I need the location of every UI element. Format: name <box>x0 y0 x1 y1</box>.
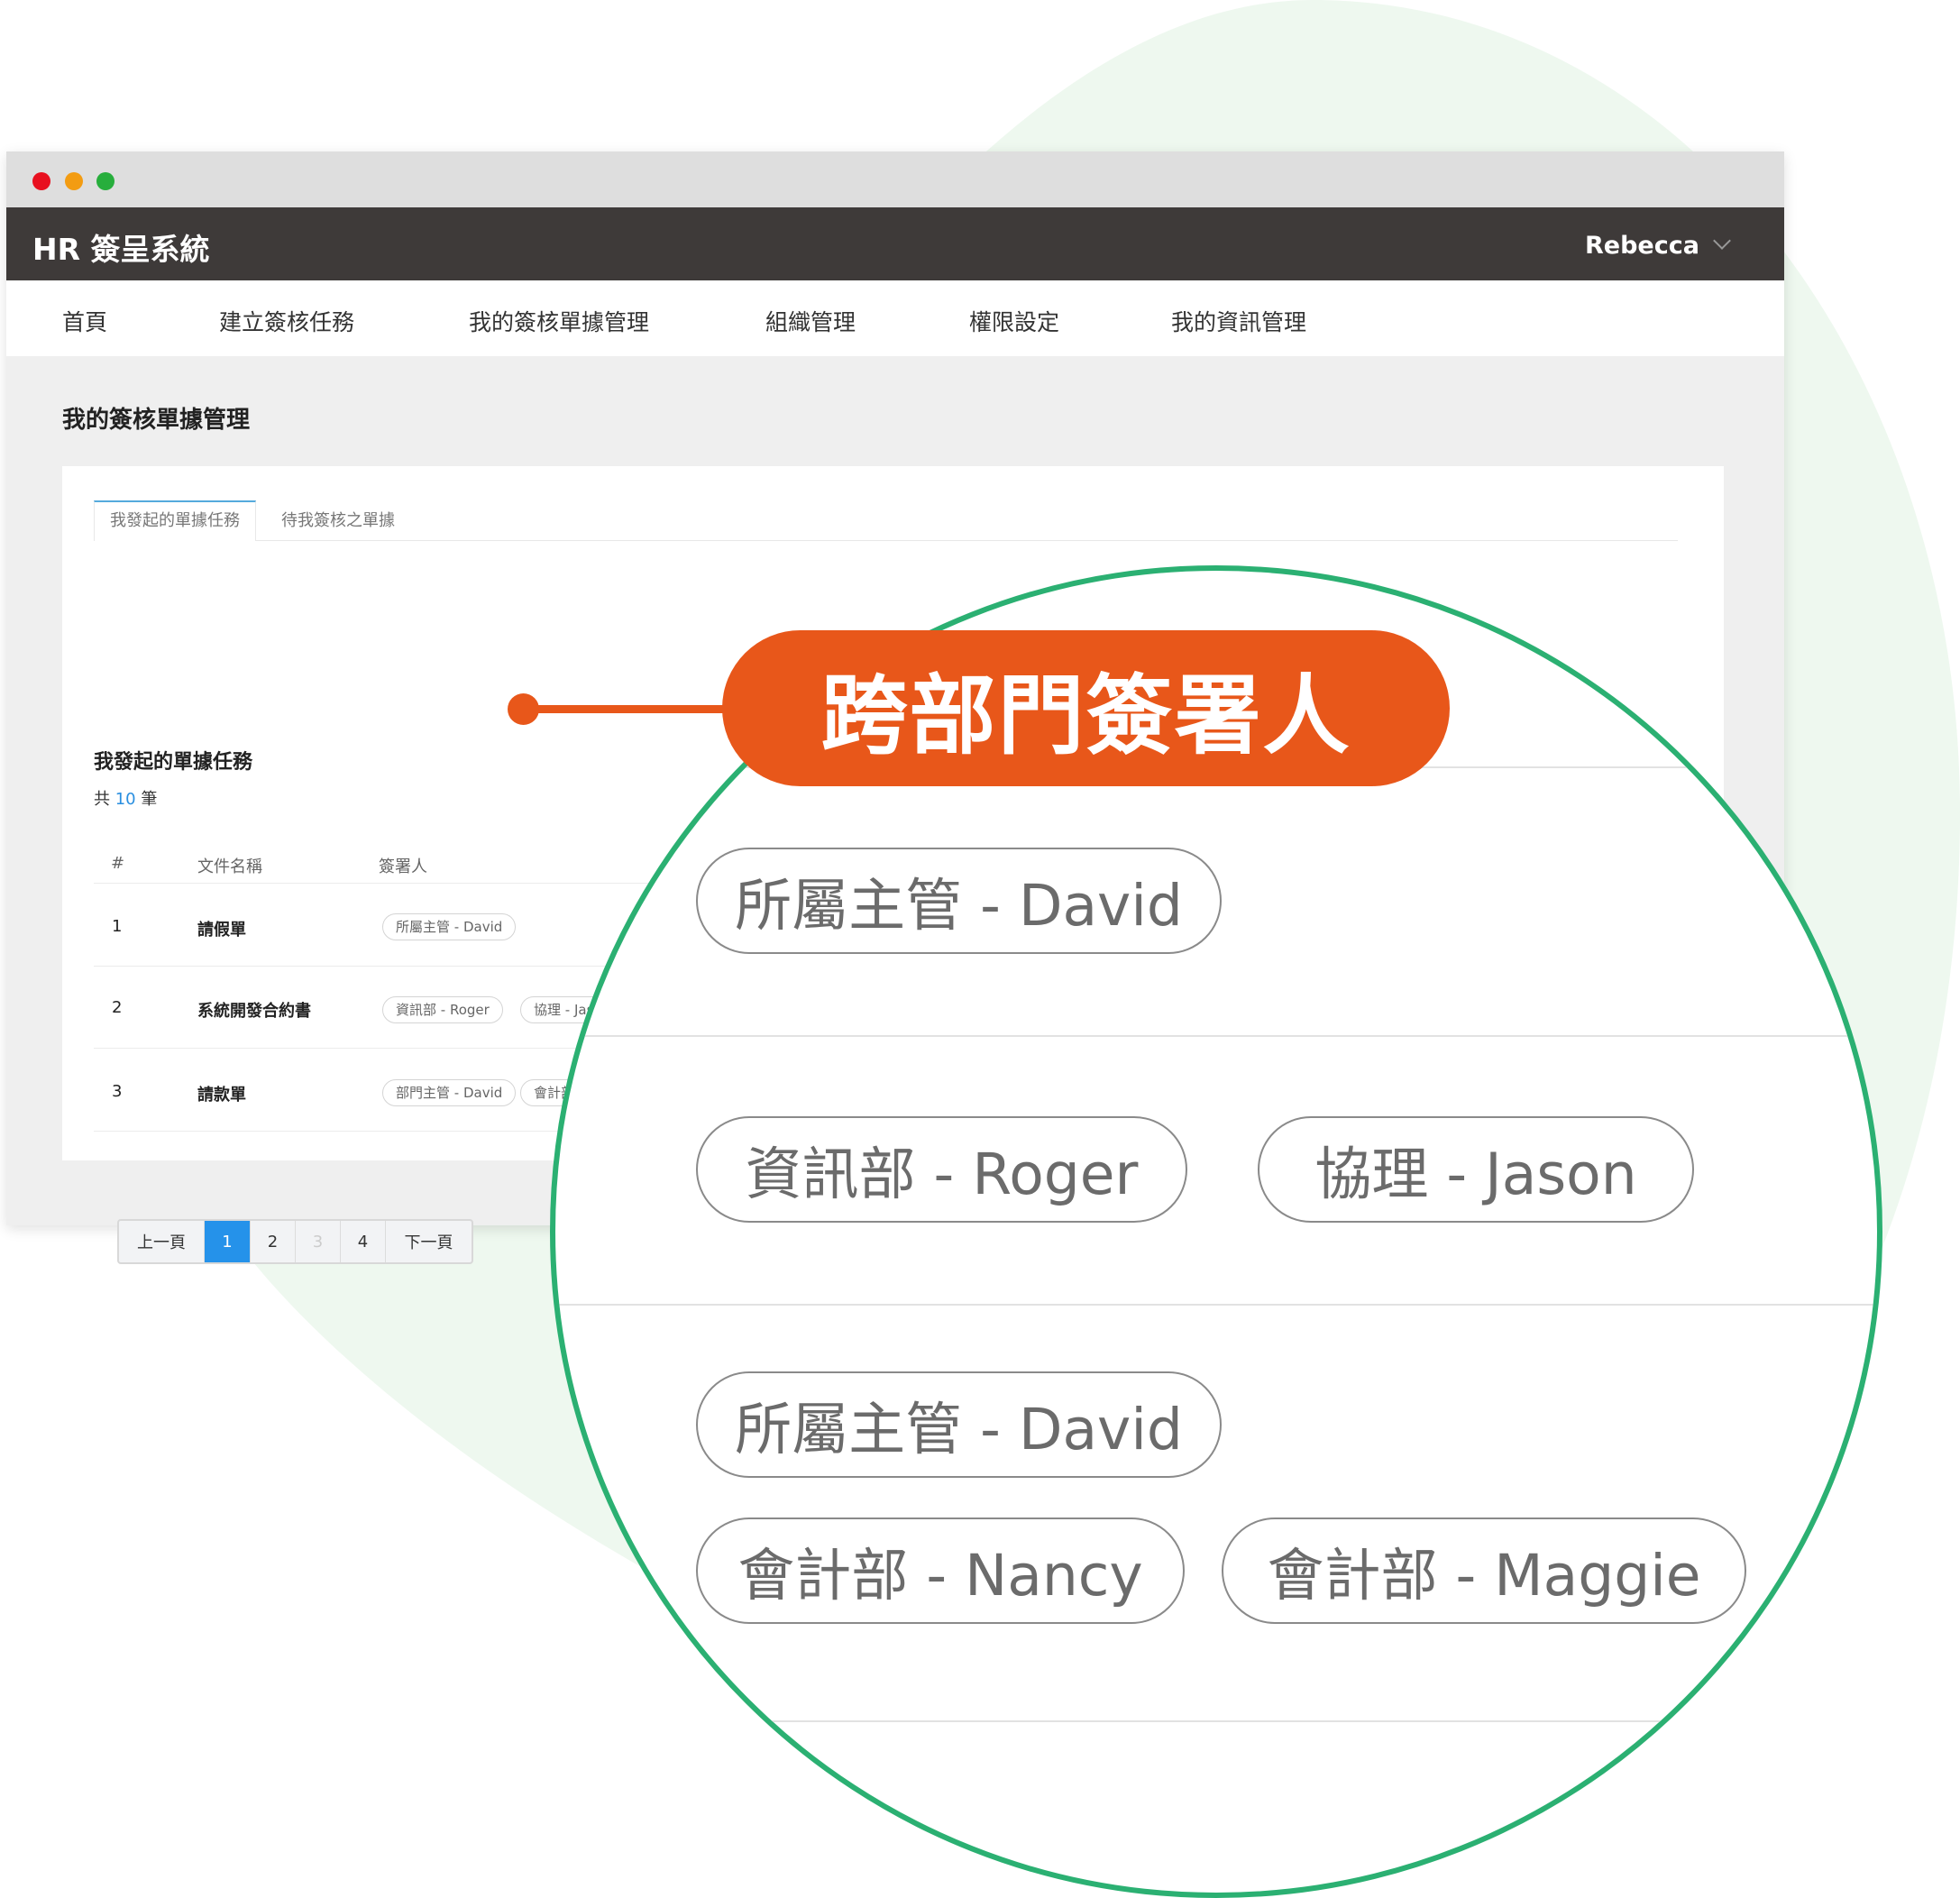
nav-my-documents[interactable]: 我的簽核單據管理 <box>469 305 649 337</box>
close-window-button[interactable] <box>32 172 50 190</box>
callout-anchor-dot <box>508 693 539 725</box>
tab-divider <box>94 540 1678 541</box>
column-header-document: 文件名稱 <box>197 857 262 876</box>
signer-chip: 部門主管 - David <box>382 1079 517 1106</box>
nav-permissions[interactable]: 權限設定 <box>969 305 1059 337</box>
zoomed-signer-chip: 會計部 - Nancy <box>696 1517 1185 1624</box>
page-3-button: 3 <box>296 1221 341 1262</box>
callout-label: 跨部門簽署人 <box>722 630 1450 786</box>
tab-my-initiated[interactable]: 我發起的單據任務 <box>94 500 256 541</box>
app-header: HR 簽呈系統 Rebecca <box>6 207 1784 280</box>
document-name[interactable]: 請款單 <box>197 1082 246 1105</box>
next-page-button[interactable]: 下一頁 <box>386 1221 472 1262</box>
main-nav: 首頁 建立簽核任務 我的簽核單據管理 組織管理 權限設定 我的資訊管理 <box>6 280 1784 356</box>
column-header-signers: 簽署人 <box>379 857 427 876</box>
pagination: 上一頁 1 2 3 4 下一頁 <box>117 1219 473 1264</box>
section-title: 我發起的單據任務 <box>94 751 253 774</box>
count-prefix: 共 <box>94 790 110 809</box>
row-number: 2 <box>112 998 123 1017</box>
zoomed-signer-chip: 協理 - Jason <box>1258 1116 1694 1223</box>
row-number: 1 <box>112 917 123 936</box>
page-title: 我的簽核單據管理 <box>62 407 251 434</box>
divider <box>555 1304 1877 1306</box>
zoomed-signer-chip: 所屬主管 - David <box>696 848 1222 954</box>
record-count: 共 10 筆 <box>94 786 157 810</box>
maximize-window-button[interactable] <box>96 172 114 190</box>
nav-organization[interactable]: 組織管理 <box>765 305 856 337</box>
divider <box>555 1720 1877 1722</box>
document-name[interactable]: 系統開發合約書 <box>197 998 311 1022</box>
zoomed-signer-chip: 所屬主管 - David <box>696 1371 1222 1478</box>
signer-chip: 所屬主管 - David <box>382 913 517 940</box>
count-suffix: 筆 <box>141 790 158 809</box>
nav-my-info[interactable]: 我的資訊管理 <box>1171 305 1306 337</box>
column-header-number: # <box>111 854 125 873</box>
page-1-button[interactable]: 1 <box>205 1221 251 1262</box>
chevron-down-icon[interactable] <box>1713 232 1731 250</box>
nav-home[interactable]: 首頁 <box>62 305 107 337</box>
nav-create-task[interactable]: 建立簽核任務 <box>219 305 354 337</box>
tab-pending-approval[interactable]: 待我簽核之單據 <box>281 502 395 540</box>
app-title: HR 簽呈系統 <box>32 232 210 267</box>
callout-connector-line <box>523 705 726 713</box>
window-titlebar <box>6 151 1784 207</box>
page-2-button[interactable]: 2 <box>251 1221 296 1262</box>
minimize-window-button[interactable] <box>65 172 83 190</box>
zoomed-signer-chip: 資訊部 - Roger <box>696 1116 1187 1223</box>
user-menu[interactable]: Rebecca <box>1585 232 1699 260</box>
zoomed-signer-chip: 會計部 - Maggie <box>1222 1517 1746 1624</box>
page-4-button[interactable]: 4 <box>341 1221 386 1262</box>
row-number: 3 <box>112 1082 123 1101</box>
document-name[interactable]: 請假單 <box>197 917 246 940</box>
prev-page-button[interactable]: 上一頁 <box>119 1221 205 1262</box>
divider <box>555 1035 1877 1037</box>
count-value: 10 <box>114 790 136 809</box>
signer-chip: 資訊部 - Roger <box>382 996 503 1023</box>
